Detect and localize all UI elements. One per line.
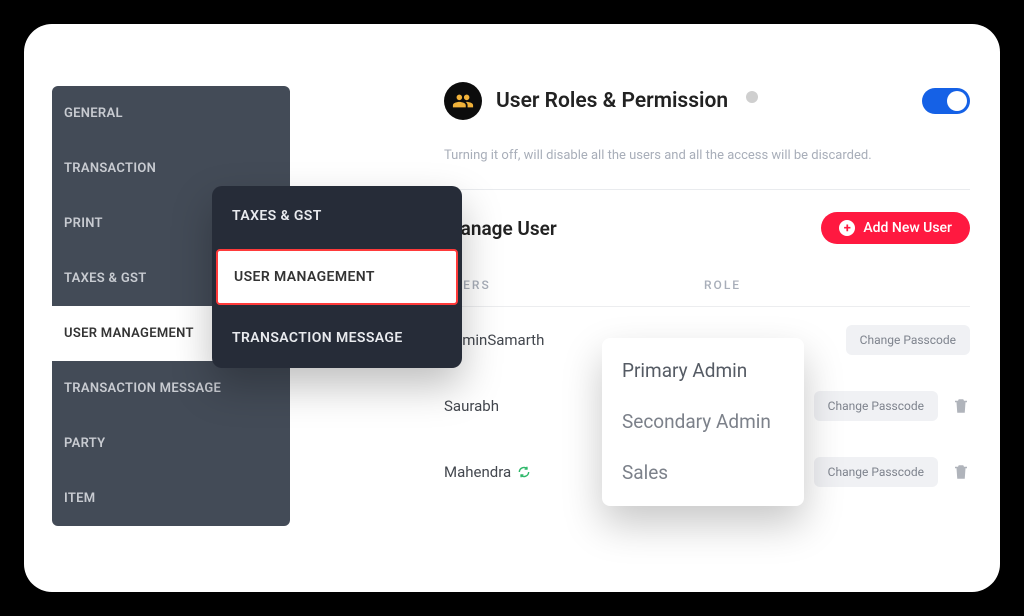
submenu-item-taxes-gst[interactable]: TAXES & GST <box>212 186 462 246</box>
trash-icon[interactable] <box>952 463 970 481</box>
add-user-label: Add New User <box>863 220 952 236</box>
user-name: Mahendra <box>444 463 511 481</box>
role-option-secondary-admin[interactable]: Secondary Admin <box>602 397 804 448</box>
settings-submenu: TAXES & GST USER MANAGEMENT TRANSACTION … <box>212 186 462 368</box>
user-name-cell: Saurabh <box>444 397 604 415</box>
role-option-sales[interactable]: Sales <box>602 448 804 499</box>
feature-toggle[interactable] <box>922 88 970 114</box>
user-name: Saurabh <box>444 397 499 415</box>
user-name-cell: Mahendra <box>444 463 604 481</box>
submenu-item-transaction-message[interactable]: TRANSACTION MESSAGE <box>212 308 462 368</box>
sidebar-item-party[interactable]: PARTY <box>52 416 290 471</box>
sidebar-item-general[interactable]: GENERAL <box>52 86 290 141</box>
page-title: User Roles & Permission <box>496 89 728 113</box>
sync-icon <box>517 465 531 479</box>
col-users: USERS <box>444 278 604 292</box>
role-dropdown: Primary Admin Secondary Admin Sales <box>602 338 804 506</box>
role-option-primary-admin[interactable]: Primary Admin <box>602 346 804 397</box>
manage-title: Manage User <box>444 217 821 240</box>
divider <box>444 189 970 190</box>
submenu-item-user-management[interactable]: USER MANAGEMENT <box>216 249 458 305</box>
change-passcode-button[interactable]: Change Passcode <box>814 391 938 421</box>
sidebar-item-item[interactable]: ITEM <box>52 471 290 526</box>
add-user-button[interactable]: + Add New User <box>821 212 970 244</box>
sidebar-item-transaction-message[interactable]: TRANSACTION MESSAGE <box>52 361 290 416</box>
users-icon <box>444 82 482 120</box>
change-passcode-button[interactable]: Change Passcode <box>814 457 938 487</box>
manage-row: Manage User + Add New User <box>444 212 970 244</box>
user-name-cell: AdminSamarth <box>444 331 604 349</box>
change-passcode-button[interactable]: Change Passcode <box>846 325 970 355</box>
table-header: USERS ROLE <box>444 264 970 307</box>
col-role: ROLE <box>704 278 970 292</box>
plus-icon: + <box>839 220 855 236</box>
info-icon[interactable] <box>746 91 758 103</box>
header-note: Turning it off, will disable all the use… <box>444 148 970 163</box>
app-frame: GENERAL TRANSACTION PRINT TAXES & GST US… <box>24 24 1000 592</box>
trash-icon[interactable] <box>952 397 970 415</box>
header-row: User Roles & Permission <box>444 82 970 120</box>
